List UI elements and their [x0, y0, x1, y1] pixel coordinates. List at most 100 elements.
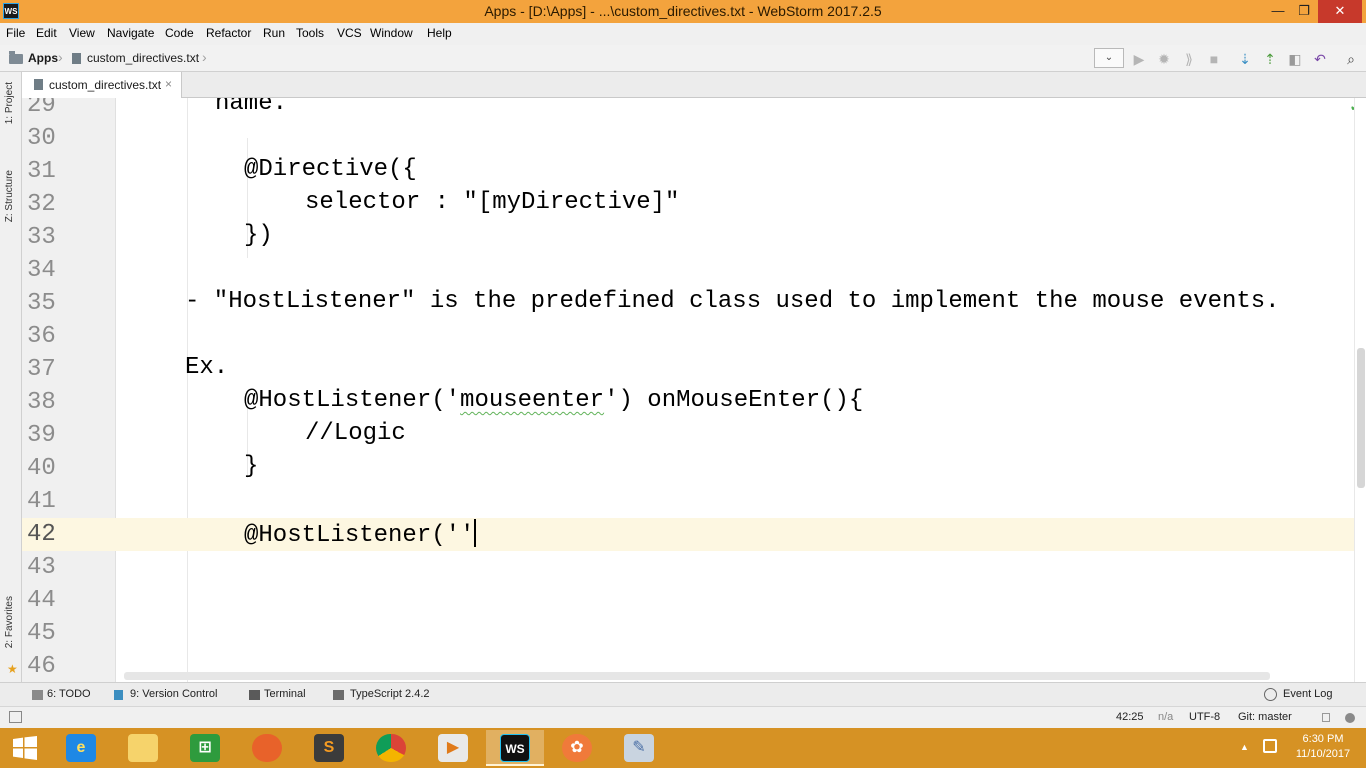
event-log-tool-tab[interactable]: Event Log — [1283, 688, 1333, 700]
taskbar-webstorm[interactable]: WS — [486, 730, 544, 766]
debug-icon[interactable]: ✹ — [1155, 50, 1173, 68]
line-number: 29 — [27, 98, 56, 119]
menu-refactor[interactable]: Refactor — [206, 26, 251, 40]
taskbar-firefox[interactable] — [238, 730, 296, 766]
show-hidden-icons[interactable]: ▲ — [1240, 742, 1249, 752]
vcs-update-icon[interactable]: ⇣ — [1236, 50, 1254, 68]
caret-position[interactable]: 42:25 — [1116, 711, 1144, 723]
taskbar-file-explorer[interactable] — [114, 730, 172, 766]
revert-icon[interactable]: ↶ — [1311, 50, 1329, 68]
search-everywhere-icon[interactable]: ⌕ — [1342, 50, 1360, 68]
code-line[interactable]: 40} — [22, 452, 1354, 485]
code-line[interactable]: 34 — [22, 254, 1354, 287]
menu-navigate[interactable]: Navigate — [107, 26, 154, 40]
media-player-icon: ▶ — [438, 734, 468, 762]
code-line[interactable]: 39 //Logic — [22, 419, 1354, 452]
internet-explorer-icon: e — [66, 734, 96, 762]
code-line[interactable]: 29 name. — [22, 98, 1354, 122]
menu-code[interactable]: Code — [165, 26, 194, 40]
editor-tab-custom-directives[interactable]: custom_directives.txt × — [22, 72, 182, 98]
spelling-warning[interactable]: mouseenter — [460, 387, 604, 414]
editor-tab-label: custom_directives.txt — [49, 78, 162, 92]
file-explorer-icon — [128, 734, 158, 762]
line-number: 46 — [27, 653, 56, 680]
code-line[interactable]: 30 — [22, 122, 1354, 155]
system-clock[interactable]: 6:30 PM 11/10/2017 — [1288, 732, 1358, 762]
menu-window[interactable]: Window — [370, 26, 413, 40]
code-line[interactable]: 38 @HostListener('mouseenter') onMouseEnt… — [22, 386, 1354, 419]
menu-view[interactable]: View — [69, 26, 95, 40]
version-control-tool-tab[interactable]: 9: Version Control — [130, 688, 217, 700]
taskbar-flower-app[interactable]: ✿ — [548, 730, 606, 766]
line-number: 42 — [27, 521, 56, 548]
taskbar-store[interactable]: ⊞ — [176, 730, 234, 766]
code-line[interactable]: 33}) — [22, 221, 1354, 254]
line-number: 35 — [27, 290, 56, 317]
code-line[interactable]: 43 — [22, 551, 1354, 584]
code-line[interactable]: 36 — [22, 320, 1354, 353]
terminal-tool-tab[interactable]: Terminal — [264, 688, 306, 700]
code-text: @HostListener('' — [244, 519, 477, 549]
run-configuration-dropdown[interactable]: ⌄ — [1094, 48, 1124, 68]
version-control-icon — [114, 690, 123, 700]
scrollbar-thumb[interactable] — [1357, 348, 1365, 488]
code-line[interactable]: 45 — [22, 617, 1354, 650]
lock-icon[interactable] — [1322, 713, 1330, 722]
webstorm-icon: WS — [500, 734, 530, 762]
horizontal-scrollbar[interactable] — [124, 672, 1270, 680]
code-line[interactable]: 44 — [22, 584, 1354, 617]
vertical-scrollbar[interactable] — [1354, 98, 1366, 682]
network-icon[interactable] — [1263, 739, 1277, 753]
project-tool-tab[interactable]: 1: Project — [4, 82, 15, 124]
code-editor[interactable]: 29 name. 30 31 @Directive({32 selector : "[my… — [22, 98, 1354, 682]
code-line[interactable]: 31 @Directive({ — [22, 155, 1354, 188]
vcs-history-icon[interactable]: ◧ — [1286, 50, 1304, 68]
windows-logo-icon — [13, 736, 37, 760]
inspector-icon[interactable] — [1345, 713, 1355, 723]
line-number: 41 — [27, 488, 56, 515]
todo-tool-tab[interactable]: 6: TODO — [47, 688, 91, 700]
close-window-button[interactable]: ✕ — [1318, 0, 1362, 23]
line-number: 39 — [27, 422, 56, 449]
flower-app-icon: ✿ — [562, 734, 592, 762]
taskbar-internet-explorer[interactable]: e — [52, 730, 110, 766]
restore-button[interactable]: ❐ — [1292, 0, 1316, 23]
taskbar-paint[interactable]: ✎ — [610, 730, 668, 766]
code-fragment: @Directive({ — [244, 156, 417, 183]
coverage-icon[interactable]: ⟫ — [1180, 50, 1198, 68]
code-line[interactable]: 32 selector : "[myDirective]" — [22, 188, 1354, 221]
file-encoding[interactable]: UTF-8 — [1189, 711, 1220, 723]
taskbar-sublime-text[interactable]: S — [300, 730, 358, 766]
line-number: 30 — [27, 125, 56, 152]
breadcrumb-file[interactable]: custom_directives.txt — [87, 51, 199, 65]
menu-edit[interactable]: Edit — [36, 26, 57, 40]
menu-run[interactable]: Run — [263, 26, 285, 40]
breadcrumb-project[interactable]: Apps — [28, 51, 58, 65]
menu-vcs[interactable]: VCS — [337, 26, 362, 40]
code-line[interactable]: 35 - "HostListener" is the predefined cla… — [22, 287, 1354, 320]
close-tab-icon[interactable]: × — [165, 77, 172, 91]
taskbar-media-player[interactable]: ▶ — [424, 730, 482, 766]
menu-file[interactable]: File — [6, 26, 25, 40]
taskbar-chrome[interactable] — [362, 730, 420, 766]
typescript-tool-tab[interactable]: TypeScript 2.4.2 — [350, 688, 430, 700]
git-branch[interactable]: Git: master — [1238, 711, 1292, 723]
code-text: }) — [244, 222, 273, 249]
run-icon[interactable]: ▶ — [1130, 50, 1148, 68]
code-text: name. — [215, 98, 287, 117]
start-button[interactable] — [0, 730, 58, 766]
code-line[interactable]: 42 @HostListener('' — [22, 518, 1354, 551]
tool-windows-toggle-icon[interactable] — [9, 711, 22, 723]
minimize-button[interactable]: — — [1266, 0, 1290, 23]
line-number: 40 — [27, 455, 56, 482]
favorites-tool-tab[interactable]: 2: Favorites — [4, 596, 15, 648]
vcs-commit-icon[interactable]: ⇡ — [1261, 50, 1279, 68]
store-icon: ⊞ — [190, 734, 220, 762]
code-line[interactable]: 37 Ex. — [22, 353, 1354, 386]
code-line[interactable]: 41 — [22, 485, 1354, 518]
menu-tools[interactable]: Tools — [296, 26, 324, 40]
structure-tool-tab[interactable]: Z: Structure — [4, 170, 15, 222]
line-number: 36 — [27, 323, 56, 350]
menu-help[interactable]: Help — [427, 26, 452, 40]
stop-icon[interactable]: ■ — [1205, 50, 1223, 68]
